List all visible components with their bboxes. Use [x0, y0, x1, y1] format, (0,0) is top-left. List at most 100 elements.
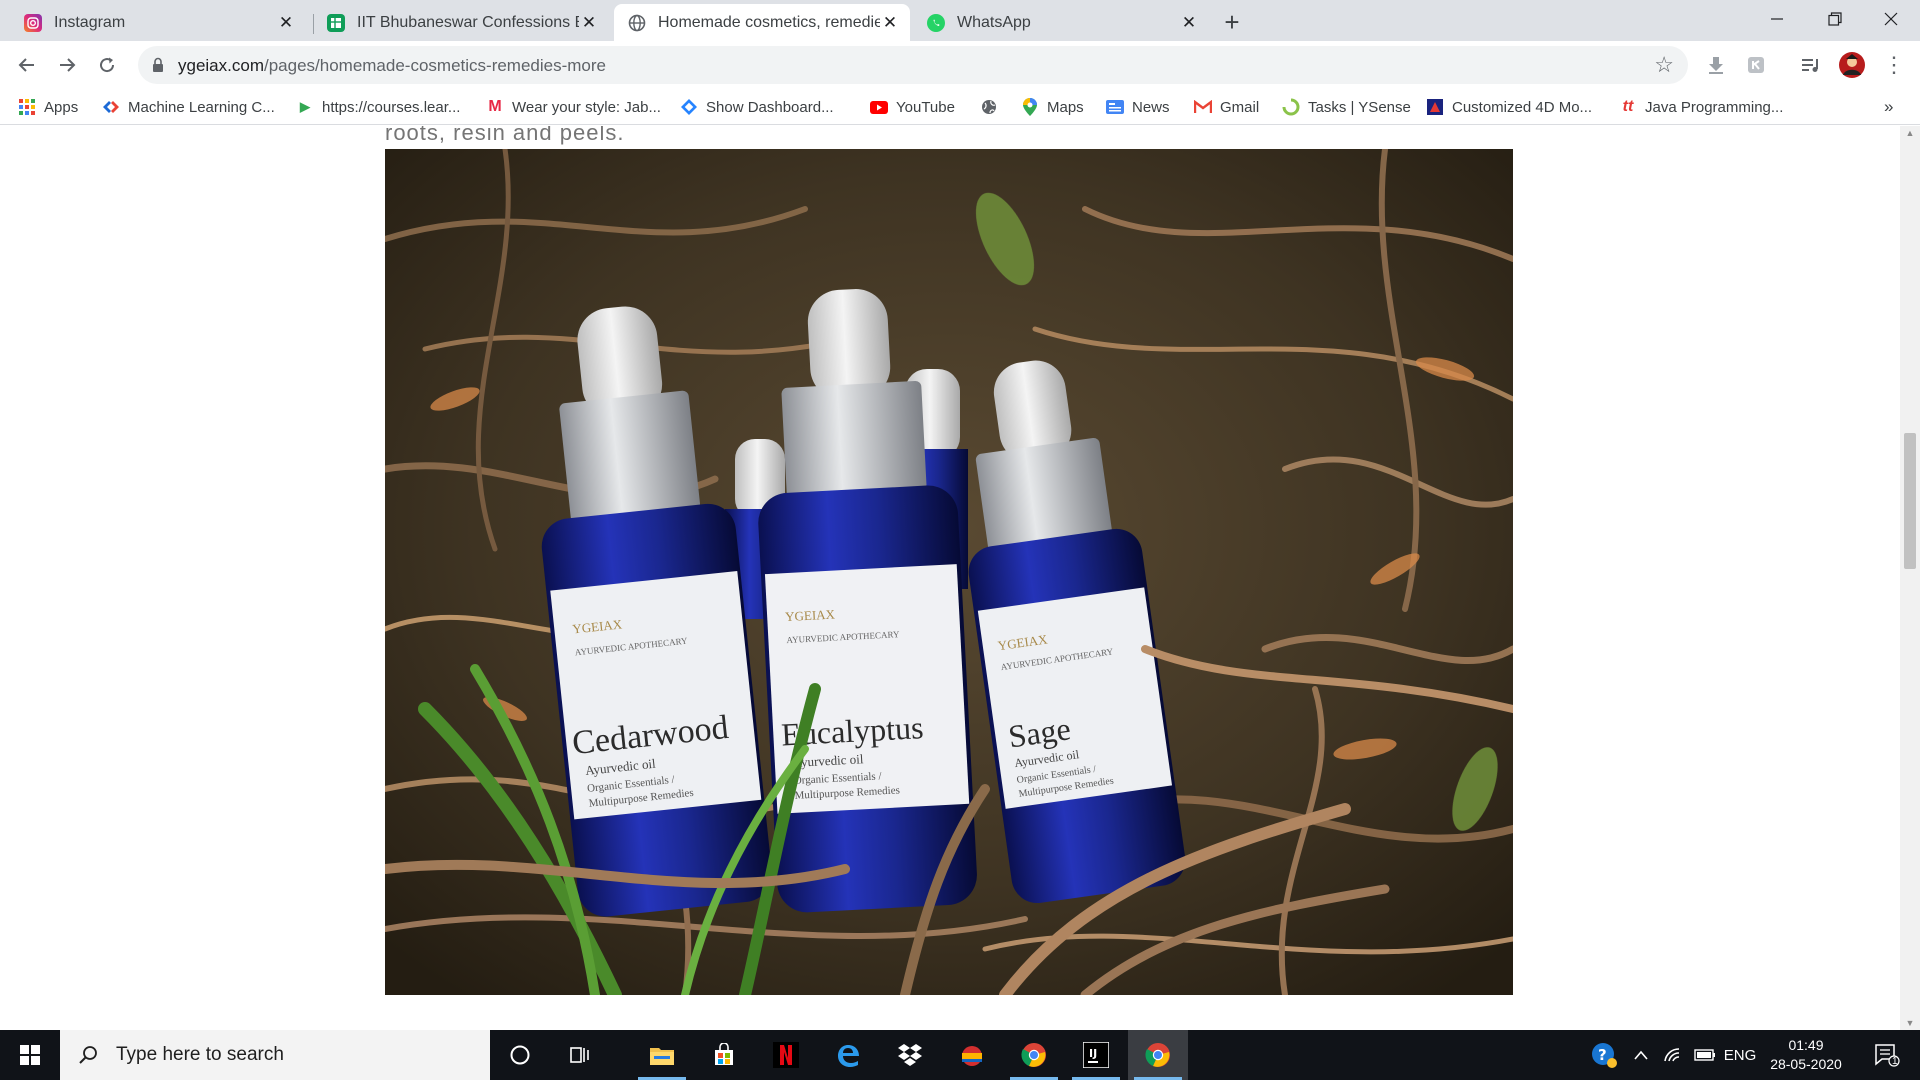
close-icon[interactable]: ✕	[579, 13, 599, 33]
bookmark-courses[interactable]: ▶ https://courses.lear...	[296, 95, 460, 119]
bookmark-label: Customized 4D Mo...	[1452, 98, 1593, 116]
tab-homemade-cosmetics[interactable]: Homemade cosmetics, remedies ✕	[614, 4, 910, 41]
instagram-icon	[24, 13, 42, 32]
scroll-thumb[interactable]	[1904, 433, 1916, 569]
scroll-down-icon[interactable]: ▼	[1900, 1016, 1920, 1030]
sheets-icon	[327, 13, 345, 32]
forward-icon[interactable]	[51, 49, 83, 81]
tab-instagram[interactable]: Instagram ✕	[10, 4, 306, 41]
bookmark-label: Apps	[44, 98, 79, 116]
java-icon: tt	[1622, 98, 1634, 115]
windows-start-icon[interactable]	[0, 1030, 60, 1080]
language-indicator[interactable]: ENG	[1720, 1030, 1760, 1080]
bookmark-label: Wear your style: Jab...	[512, 98, 661, 116]
edge-icon[interactable]	[818, 1030, 878, 1080]
bookmark-label: Tasks | YSense	[1308, 98, 1411, 116]
bookmarks-overflow-icon[interactable]: »	[1884, 95, 1893, 119]
tab-title: Homemade cosmetics, remedies	[658, 13, 880, 31]
close-icon[interactable]: ✕	[1179, 13, 1199, 33]
intellij-icon[interactable]: IJ	[1066, 1030, 1126, 1080]
file-explorer-icon[interactable]	[632, 1030, 692, 1080]
bookmark-ysense[interactable]: Tasks | YSense	[1282, 95, 1411, 119]
bookmark-gmail[interactable]: Gmail	[1194, 95, 1259, 119]
restore-icon[interactable]	[1806, 0, 1864, 38]
system-clock[interactable]: 01:49 28-05-2020	[1760, 1036, 1852, 1074]
paragraph-text: roots, resin and peels.	[385, 126, 625, 145]
menu-icon[interactable]: ⋮	[1880, 51, 1908, 79]
extension-icon[interactable]	[1742, 51, 1770, 79]
bookmark-globe[interactable]	[980, 95, 1006, 119]
page-content: roots, resin and peels. YGEIAX AYURVEDIC…	[0, 126, 1900, 1030]
app-icon[interactable]	[942, 1030, 1002, 1080]
url-text[interactable]: ygeiax.com/pages/homemade-cosmetics-reme…	[178, 56, 606, 76]
clock-time: 01:49	[1788, 1037, 1824, 1053]
bookmark-apps[interactable]: Apps	[18, 95, 78, 119]
browser-toolbar: ygeiax.com/pages/homemade-cosmetics-reme…	[0, 41, 1920, 89]
oil-bottles-image: YGEIAX AYURVEDIC APOTHECARY Cedarwood Ay…	[385, 149, 1513, 995]
bookmark-star-icon[interactable]: ☆	[1654, 52, 1674, 78]
back-icon[interactable]	[11, 49, 43, 81]
tab-title: IIT Bhubaneswar Confessions Box	[357, 13, 579, 31]
globe-icon	[628, 14, 646, 32]
bookmark-label: Maps	[1047, 98, 1084, 116]
netflix-icon[interactable]	[756, 1030, 816, 1080]
battery-icon[interactable]	[1690, 1030, 1720, 1080]
news-icon	[1106, 98, 1124, 116]
bookmark-machine-learning[interactable]: Machine Learning C...	[102, 95, 275, 119]
windows-taskbar: Type here to search IJ ? ENG 01:49 28-05…	[0, 1030, 1920, 1080]
close-window-icon[interactable]	[1862, 0, 1920, 38]
bookmark-customized-4d[interactable]: Customized 4D Mo...	[1426, 95, 1592, 119]
page-scrollbar[interactable]: ▲ ▼	[1900, 126, 1920, 1030]
new-tab-button[interactable]: +	[1216, 6, 1248, 38]
svg-text:?: ?	[1598, 1046, 1607, 1064]
media-control-icon[interactable]	[1797, 51, 1825, 79]
tab-title: Instagram	[54, 13, 126, 31]
bookmark-label: Show Dashboard...	[706, 98, 834, 116]
svg-text:IJ: IJ	[1089, 1047, 1097, 1060]
reload-icon[interactable]	[91, 49, 123, 81]
close-icon[interactable]: ✕	[276, 13, 296, 33]
tab-strip: Instagram ✕ IIT Bhubaneswar Confessions …	[0, 0, 1920, 41]
course-play-icon: ▶	[300, 99, 310, 114]
lock-icon[interactable]	[152, 57, 164, 73]
chrome-canary-icon[interactable]	[1128, 1030, 1188, 1080]
search-placeholder: Type here to search	[116, 1044, 284, 1065]
dropbox-icon[interactable]	[880, 1030, 940, 1080]
download-extension-icon[interactable]	[1702, 51, 1730, 79]
bookmark-maps[interactable]: Maps	[1021, 95, 1084, 119]
youtube-icon	[870, 98, 888, 116]
bookmark-youtube[interactable]: YouTube	[870, 95, 955, 119]
url-domain: ygeiax.com	[178, 56, 264, 75]
address-bar[interactable]: ygeiax.com/pages/homemade-cosmetics-reme…	[138, 46, 1688, 84]
whatsapp-icon	[927, 13, 945, 32]
myntra-icon: M	[488, 98, 502, 115]
profile-avatar[interactable]	[1838, 51, 1866, 79]
bookmark-dashboard[interactable]: Show Dashboard...	[680, 95, 834, 119]
tab-confessions[interactable]: IIT Bhubaneswar Confessions Box ✕	[313, 4, 609, 41]
notifications-icon[interactable]: 1	[1862, 1030, 1912, 1080]
chrome-icon[interactable]	[1004, 1030, 1064, 1080]
bookmark-news[interactable]: News	[1106, 95, 1170, 119]
store-icon[interactable]	[694, 1030, 754, 1080]
tab-title: WhatsApp	[957, 13, 1031, 31]
help-icon[interactable]: ?	[1586, 1030, 1622, 1080]
coursera-icon	[102, 98, 120, 116]
bookmark-label: Machine Learning C...	[128, 98, 275, 116]
bookmark-myntra[interactable]: M Wear your style: Jab...	[486, 95, 661, 119]
tab-whatsapp[interactable]: WhatsApp ✕	[913, 4, 1209, 41]
close-icon[interactable]: ✕	[880, 13, 900, 33]
taskbar-search-box[interactable]: Type here to search	[60, 1030, 490, 1080]
bookmark-label: YouTube	[896, 98, 955, 116]
model-icon	[1426, 98, 1444, 116]
url-path: /pages/homemade-cosmetics-remedies-more	[263, 56, 607, 75]
bookmark-java[interactable]: tt Java Programming...	[1619, 95, 1784, 119]
notification-count: 1	[1892, 1056, 1898, 1067]
task-view-icon[interactable]	[550, 1030, 610, 1080]
bookmarks-bar: Apps Machine Learning C... ▶ https://cou…	[0, 89, 1920, 125]
wifi-icon[interactable]	[1658, 1030, 1688, 1080]
chevron-up-icon[interactable]	[1626, 1030, 1656, 1080]
scroll-up-icon[interactable]: ▲	[1900, 126, 1920, 140]
dashboard-icon	[680, 98, 698, 116]
cortana-icon[interactable]	[490, 1030, 550, 1080]
minimize-icon[interactable]	[1748, 0, 1806, 38]
